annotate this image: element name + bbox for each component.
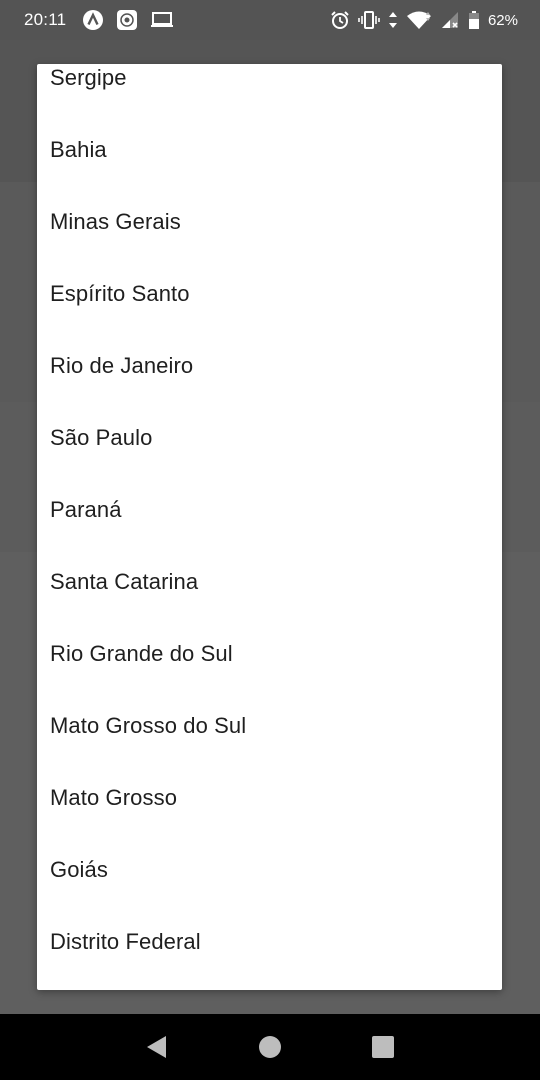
data-arrows-icon [388,10,398,30]
list-item-rio-grande-do-sul[interactable]: Rio Grande do Sul [37,618,502,690]
list-item-santa-catarina[interactable]: Santa Catarina [37,546,502,618]
list-item-minas-gerais[interactable]: Minas Gerais [37,186,502,258]
notification-icons [82,9,174,31]
wifi-icon [406,10,432,30]
list-item-goias[interactable]: Goiás [37,834,502,906]
signal-icon [440,10,460,30]
back-button[interactable] [137,1027,177,1067]
battery-icon [468,10,480,30]
home-icon [258,1035,282,1059]
list-item-rio-de-janeiro[interactable]: Rio de Janeiro [37,330,502,402]
status-bar: 20:11 62% [0,0,540,40]
state-picker-dialog: Sergipe Bahia Minas Gerais Espírito Sant… [37,64,502,990]
list-item-sergipe[interactable]: Sergipe [37,64,502,114]
recents-button[interactable] [363,1027,403,1067]
app-launcher-icon [82,9,104,31]
state-list[interactable]: Sergipe Bahia Minas Gerais Espírito Sant… [37,64,502,978]
alarm-icon [330,10,350,30]
navigation-bar [0,1014,540,1080]
system-icons: 62% [330,10,518,30]
list-item-sao-paulo[interactable]: São Paulo [37,402,502,474]
list-item-bahia[interactable]: Bahia [37,114,502,186]
back-icon [144,1034,170,1060]
list-item-mato-grosso-do-sul[interactable]: Mato Grosso do Sul [37,690,502,762]
vibrate-icon [358,10,380,30]
list-item-espirito-santo[interactable]: Espírito Santo [37,258,502,330]
home-button[interactable] [250,1027,290,1067]
status-time: 20:11 [24,10,67,29]
laptop-icon [150,10,174,30]
photo-icon [116,9,138,31]
list-item-parana[interactable]: Paraná [37,474,502,546]
list-item-distrito-federal[interactable]: Distrito Federal [37,906,502,978]
recents-icon [371,1035,395,1059]
list-item-mato-grosso[interactable]: Mato Grosso [37,762,502,834]
battery-percent: 62% [487,11,518,29]
